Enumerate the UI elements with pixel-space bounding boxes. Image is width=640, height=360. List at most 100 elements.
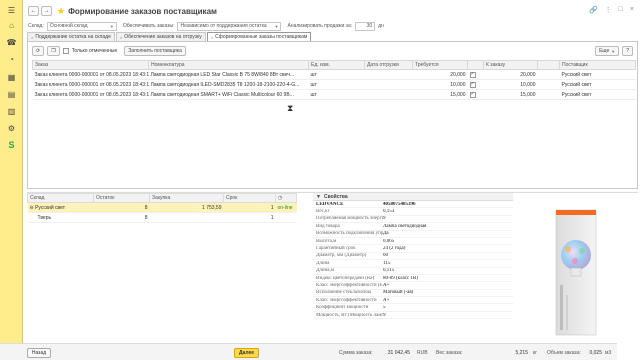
column-header-mark[interactable] [467, 60, 484, 70]
collapse-triangle-icon[interactable]: ▼ [316, 194, 321, 200]
documents-icon[interactable]: ▤ [6, 89, 17, 100]
chart-icon[interactable]: ◔ [6, 54, 17, 65]
purchase-cell [149, 212, 224, 223]
analyze-sales-label: Анализировать продажи за: [287, 23, 353, 29]
properties-header[interactable]: ▼ Свойства [313, 193, 513, 201]
column-header-unit[interactable]: Ед. изм. [308, 60, 365, 70]
property-value: 9 [383, 312, 386, 318]
column-header-order[interactable]: Заказ [32, 60, 149, 70]
supplier-cell[interactable]: Русский свет [559, 69, 636, 80]
column-header-item[interactable]: Номенклатура [148, 60, 309, 70]
tab-stock-maintenance[interactable]: × Поддержание остатка на складе [27, 32, 115, 41]
to-order-cell[interactable]: 15,000 [483, 89, 538, 100]
property-row: Высота,м 0,065 [313, 238, 513, 246]
column-header-to-order[interactable]: К заказу [483, 60, 538, 70]
back-button[interactable]: Назад [27, 348, 51, 358]
property-label: Длина,м [316, 268, 334, 274]
order-checkbox[interactable]: ✓ [469, 81, 476, 88]
favorite-star-icon[interactable]: ★ [57, 6, 65, 17]
maximize-icon[interactable]: □ [619, 6, 623, 14]
orders-panel: ⟳ ❐ Только отмеченные Заполнить поставщи… [27, 41, 638, 189]
supplier-cell[interactable]: Русский свет [559, 89, 636, 100]
dropdown-arrow-icon[interactable]: ▼ [275, 24, 279, 29]
refresh-icon: ⟳ [36, 48, 41, 54]
property-label: Диаметр, мм (Диаметр) [316, 253, 367, 259]
column-header-ship-date[interactable]: Дата отгрузки [364, 60, 413, 70]
table-row[interactable]: Тверь 8 1 [27, 212, 297, 223]
tab-order-provision[interactable]: × Обеспечение заказов на отгрузку [115, 32, 206, 41]
status-badge [275, 212, 297, 223]
column-header-rest[interactable]: Остаток [93, 193, 150, 203]
help-button[interactable]: ? [622, 46, 633, 56]
provide-orders-select[interactable]: Независимо от поддержания остатка ▼ [177, 21, 282, 31]
properties-title: Свойства [323, 193, 348, 200]
warehouse-icon[interactable]: ▦ [6, 72, 17, 83]
property-value: A+ [383, 297, 390, 303]
sections-panel: ☰ ⌂ ☎ ◔ ▦ ▤ ▥ ⚙ S [0, 0, 23, 360]
only-marked-checkbox[interactable] [62, 48, 69, 54]
footer-bar: Назад Далее Сумма заказа: 31 042,45 RUB … [0, 343, 617, 360]
property-row: Коэффициент мощности 5 [313, 304, 513, 312]
term-cell: 1 [223, 202, 276, 213]
column-header-term[interactable]: Срок [223, 193, 276, 203]
forward-arrow-icon[interactable]: → [41, 6, 52, 16]
refresh-button[interactable]: ⟳ [32, 46, 45, 56]
close-icon[interactable]: × [630, 6, 634, 14]
more-button[interactable]: Еще ▼ [595, 46, 620, 56]
next-button[interactable]: Далее [234, 348, 259, 358]
phone-icon[interactable]: ☎ [6, 37, 17, 48]
home-icon[interactable]: ⌂ [6, 20, 17, 31]
settings-icon[interactable]: ⚙ [6, 123, 17, 134]
clock-icon: ◷ [278, 195, 283, 201]
property-label: Класс энергоэффективности [316, 297, 377, 303]
dropdown-arrow-icon[interactable]: ▼ [110, 24, 114, 29]
back-arrow-icon[interactable]: ← [28, 6, 39, 16]
provide-orders-value: Независимо от поддержания остатка [180, 23, 267, 29]
dropdown-arrow-icon: ▼ [611, 48, 616, 54]
property-row: LEDVANCE 4058075485396 [313, 201, 513, 209]
to-order-cell[interactable]: 10,000 [483, 79, 538, 90]
column-header-purchase[interactable]: Закупка [149, 193, 224, 203]
property-value: 24 (2 года) [383, 246, 406, 252]
property-value: 9 [383, 216, 386, 222]
property-value: Лампа светодиодная [383, 223, 427, 229]
table-row[interactable]: ⊖ Русский свет 8 1 753,59 1 on-line [27, 202, 297, 213]
column-header-supplier[interactable]: Поставщик [559, 60, 636, 70]
link-icon[interactable]: 🔗 [589, 6, 598, 14]
property-row: Индекс цветопередачи (Ra) 80-89 (класс 1В… [313, 275, 513, 283]
column-header-required[interactable]: Требуется [412, 60, 468, 70]
supplier-cell[interactable]: Русский свет [559, 79, 636, 90]
column-header-warehouse[interactable]: Склад [27, 193, 94, 203]
reports-icon[interactable]: ▥ [6, 106, 17, 117]
order-checkbox[interactable]: ✓ [469, 91, 476, 98]
property-label: Вид товара [316, 223, 340, 229]
menu-icon[interactable]: ☰ [6, 5, 17, 16]
tab-supplier-orders[interactable]: × Сформированные заказы поставщикам [206, 32, 312, 41]
property-value: 60 [383, 253, 388, 259]
item-cell: Лампа светодиодная ILED-SMD2835 T8 1200-… [148, 79, 309, 90]
tab-close-icon[interactable]: × [120, 35, 122, 40]
more-actions-icon[interactable]: ⋮ [605, 6, 612, 14]
hourglass-icon: ⧗ [287, 103, 294, 113]
filter-bar: Склад: Основной склад ▼ Обеспечивать зак… [23, 20, 640, 32]
table-row[interactable]: Заказ клиента 0000-000001 от 08.05.2023 … [32, 79, 636, 90]
table-row[interactable]: Заказ клиента 0000-000001 от 08.05.2023 … [32, 89, 636, 100]
copy-button[interactable]: ❐ [47, 46, 60, 56]
more-label: Еще [599, 48, 610, 54]
app-logo-icon[interactable]: S [6, 140, 17, 151]
order-checkbox[interactable]: ✓ [469, 71, 476, 78]
fill-supplier-button[interactable]: Заполнить поставщика [124, 46, 186, 56]
ship-date-cell [364, 69, 413, 80]
property-row: Гарантийный срок 24 (2 года) [313, 245, 513, 253]
next-label: Далее [238, 350, 254, 356]
warehouse-label: Склад: [28, 23, 44, 29]
table-row[interactable]: Заказ клиента 0000-000001 от 08.05.2023 … [32, 69, 636, 80]
analyze-days-input[interactable]: 30 [355, 21, 376, 31]
tab-close-icon[interactable]: × [211, 35, 213, 40]
collapse-icon[interactable]: ⊖ [30, 205, 34, 211]
warehouse-select[interactable]: Основной склад ▼ [46, 21, 117, 31]
property-row: Класс энергоэффективности (EEI) A+ [313, 282, 513, 290]
to-order-cell[interactable]: 20,000 [483, 69, 538, 80]
tab-close-icon[interactable]: × [31, 35, 33, 40]
property-label: Коэффициент мощности [316, 305, 369, 311]
